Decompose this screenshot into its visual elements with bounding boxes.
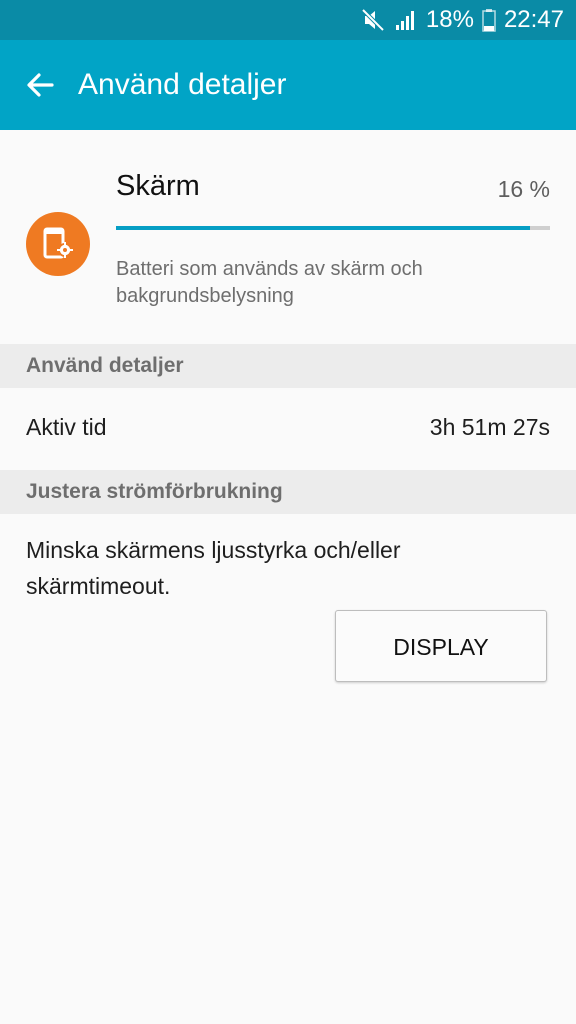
page-title: Använd detaljer xyxy=(78,68,287,101)
usage-description: Batteri som används av skärm och bakgrun… xyxy=(116,258,423,307)
app-bar: Använd detaljer xyxy=(0,40,576,130)
active-time-value: 3h 51m 27s xyxy=(429,414,550,440)
usage-item-name: Skärm xyxy=(116,170,200,202)
display-button[interactable]: DISPLAY xyxy=(335,610,547,682)
usage-percent: 16 % xyxy=(497,176,550,202)
active-time-row: Aktiv tid 3h 51m 27s xyxy=(0,388,576,470)
signal-icon xyxy=(394,8,418,32)
back-arrow-icon[interactable] xyxy=(22,67,58,103)
section-header-details: Använd detaljer xyxy=(0,344,576,388)
active-time-label: Aktiv tid xyxy=(26,414,107,440)
clock: 22:47 xyxy=(503,6,564,33)
status-icons: 18% 22:47 xyxy=(360,0,564,40)
mute-icon xyxy=(360,7,386,33)
battery-percent: 18% xyxy=(425,6,474,33)
usage-card: Skärm 16 % Batteri som används av skärm … xyxy=(0,130,576,344)
usage-progress-fill xyxy=(116,226,531,230)
battery-icon xyxy=(482,8,496,32)
usage-progress-bar xyxy=(116,226,550,230)
status-bar: 18% 22:47 xyxy=(0,0,576,40)
power-tip-text: Minska skärmens ljusstyrka och/eller skä… xyxy=(26,537,401,599)
screen-settings-icon xyxy=(26,212,90,276)
section-header-adjust: Justera strömförbrukning xyxy=(0,470,576,514)
